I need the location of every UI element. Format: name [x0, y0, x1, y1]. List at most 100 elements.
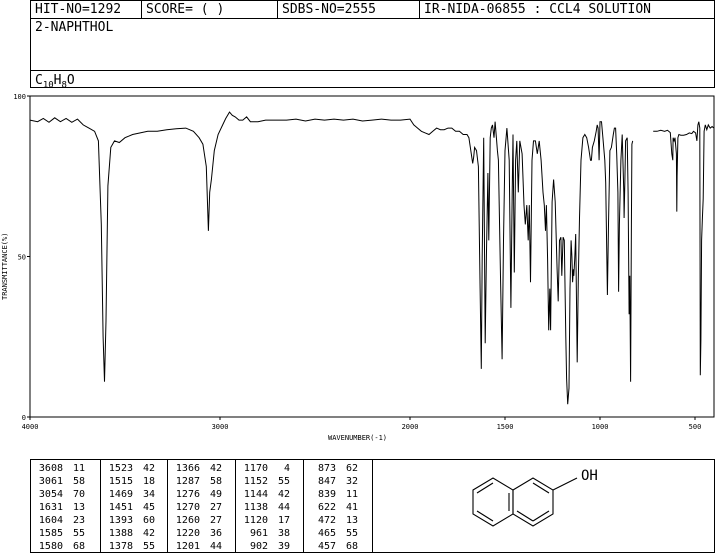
- peak-transmittance: 44: [277, 502, 290, 513]
- peak-wavenumber: 1515: [108, 476, 133, 487]
- peak-row: 1120 17: [236, 514, 303, 527]
- peak-row: 839 11: [304, 488, 372, 501]
- y-tick-label: 100: [13, 93, 26, 101]
- peak-wavenumber: 622: [317, 502, 336, 513]
- peak-wavenumber: 1120: [243, 515, 268, 526]
- peak-transmittance: 36: [209, 528, 222, 539]
- peak-wavenumber: 902: [249, 541, 268, 552]
- peak-column: 1170 4 1152 55 1144 42 1138 44 1120 17 961 38 902 39: [236, 460, 304, 552]
- peak-transmittance: 17: [277, 515, 290, 526]
- y-axis: 0 50 100: [13, 93, 30, 422]
- x-axis: 4000 3000 2000 1500 1000 500: [22, 417, 701, 431]
- peak-transmittance: 34: [142, 489, 155, 500]
- x-tick-label: 2000: [402, 423, 419, 431]
- peak-transmittance: 11: [345, 489, 358, 500]
- peak-wavenumber: 1144: [243, 489, 268, 500]
- ring-right: [512, 477, 554, 527]
- peak-wavenumber: 847: [317, 476, 336, 487]
- peak-row: 902 39: [236, 540, 303, 553]
- y-tick-label: 50: [18, 254, 26, 262]
- peak-transmittance: 68: [345, 541, 358, 552]
- peak-transmittance: 41: [345, 502, 358, 513]
- peak-transmittance: 13: [72, 502, 85, 513]
- peak-row: 1201 44: [168, 540, 235, 553]
- peak-row: 1580 68: [31, 540, 100, 553]
- peak-column: 873 62 847 32 839 11 622 41 472 13 465 55 457 68: [304, 460, 372, 552]
- peak-wavenumber: 1585: [38, 528, 63, 539]
- peak-row: 1144 42: [236, 488, 303, 501]
- peak-transmittance: 55: [72, 528, 85, 539]
- peak-row: 3608 11: [31, 462, 100, 475]
- peak-column: 3608 11 3061 58 3054 70 1631 13 1604 23 1585 55 1580…: [31, 460, 101, 552]
- peak-wavenumber: 839: [317, 489, 336, 500]
- peak-row: 1523 42: [101, 462, 167, 475]
- peak-table: 3608 11 3061 58 3054 70 1631 13 1604 23 1585 55 1580…: [30, 459, 373, 553]
- structure-panel: OH: [372, 459, 715, 553]
- hydroxyl-label: OH: [581, 468, 598, 484]
- peak-wavenumber: 3608: [38, 463, 63, 474]
- peak-transmittance: 45: [142, 502, 155, 513]
- peak-transmittance: 42: [142, 528, 155, 539]
- peak-wavenumber: 465: [317, 528, 336, 539]
- peak-row: 3061 58: [31, 475, 100, 488]
- x-tick-label: 3000: [212, 423, 229, 431]
- peak-transmittance: 32: [345, 476, 358, 487]
- peak-wavenumber: 1523: [108, 463, 133, 474]
- peak-wavenumber: 1152: [243, 476, 268, 487]
- peak-transmittance: 42: [277, 489, 290, 500]
- y-axis-label: TRANSMITTANCE(%): [1, 233, 9, 300]
- peak-wavenumber: 1220: [175, 528, 200, 539]
- peak-transmittance: 18: [142, 476, 155, 487]
- peak-wavenumber: 1451: [108, 502, 133, 513]
- peak-transmittance: 27: [209, 502, 222, 513]
- peak-wavenumber: 1170: [243, 463, 268, 474]
- peak-wavenumber: 472: [317, 515, 336, 526]
- peak-transmittance: 44: [209, 541, 222, 552]
- peak-wavenumber: 1388: [108, 528, 133, 539]
- peak-row: 1393 60: [101, 514, 167, 527]
- peak-transmittance: 62: [345, 463, 358, 474]
- peak-wavenumber: 1631: [38, 502, 63, 513]
- peak-transmittance: 49: [209, 489, 222, 500]
- peak-transmittance: 68: [72, 541, 85, 552]
- peak-row: 873 62: [304, 462, 372, 475]
- peak-wavenumber: 1393: [108, 515, 133, 526]
- peak-row: 3054 70: [31, 488, 100, 501]
- peak-wavenumber: 873: [317, 463, 336, 474]
- peak-transmittance: 4: [283, 463, 290, 474]
- spectrum-segment-1: [29, 111, 634, 405]
- x-tick-label: 4000: [22, 423, 39, 431]
- peak-wavenumber: 1270: [175, 502, 200, 513]
- peak-transmittance: 27: [209, 515, 222, 526]
- peak-transmittance: 11: [72, 463, 85, 474]
- peak-row: 465 55: [304, 527, 372, 540]
- peak-wavenumber: 1138: [243, 502, 268, 513]
- peak-column: 1366 42 1287 58 1276 49 1270 27 1260 27 1220 36 1201…: [168, 460, 236, 552]
- spectrum-segment-2: [653, 121, 715, 376]
- peak-transmittance: 55: [277, 476, 290, 487]
- peak-row: 1585 55: [31, 527, 100, 540]
- peak-row: 1138 44: [236, 501, 303, 514]
- peak-row: 1287 58: [168, 475, 235, 488]
- peak-row: 1220 36: [168, 527, 235, 540]
- peak-row: 1604 23: [31, 514, 100, 527]
- peak-transmittance: 60: [142, 515, 155, 526]
- peak-transmittance: 58: [209, 476, 222, 487]
- peak-row: 1366 42: [168, 462, 235, 475]
- spectrum-trace: [29, 111, 715, 405]
- peak-row: 1170 4: [236, 462, 303, 475]
- peak-row: 1260 27: [168, 514, 235, 527]
- ring-left: [472, 477, 514, 527]
- peak-transmittance: 42: [209, 463, 222, 474]
- peak-row: 457 68: [304, 540, 372, 553]
- peak-row: 1276 49: [168, 488, 235, 501]
- peak-transmittance: 42: [142, 463, 155, 474]
- peak-transmittance: 55: [345, 528, 358, 539]
- peak-wavenumber: 1260: [175, 515, 200, 526]
- peak-transmittance: 55: [142, 541, 155, 552]
- peak-wavenumber: 961: [249, 528, 268, 539]
- peak-transmittance: 13: [345, 515, 358, 526]
- peak-transmittance: 38: [277, 528, 290, 539]
- peak-row: 1451 45: [101, 501, 167, 514]
- peak-wavenumber: 1469: [108, 489, 133, 500]
